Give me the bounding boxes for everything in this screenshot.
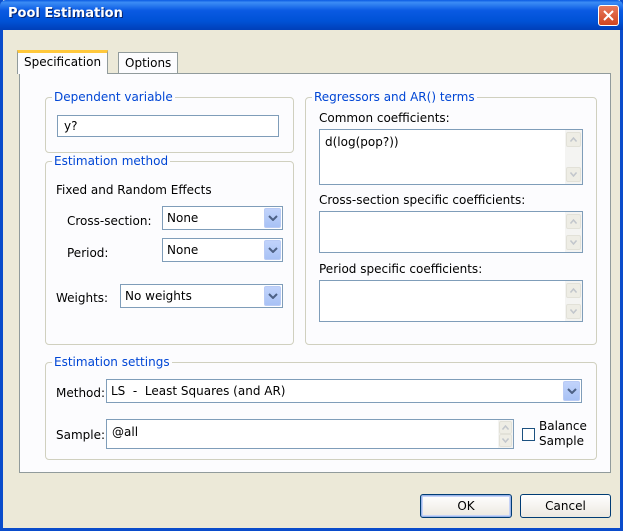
dropdown-button[interactable] [264,240,281,260]
scroll-up-button[interactable] [566,283,581,298]
scrollbar[interactable] [565,281,582,321]
common-coefficients-value: d(log(pop?)) [325,135,399,149]
estimation-settings-group: Estimation settings Method: LS - Least S… [45,355,597,460]
scroll-down-button[interactable] [566,304,581,319]
method-select[interactable]: LS - Least Squares (and AR) [106,379,582,403]
close-icon [603,10,614,21]
ok-button-label: OK [457,499,475,513]
chevron-down-icon [567,388,577,394]
tab-specification[interactable]: Specification [17,50,109,74]
group-legend: Estimation method [52,154,171,168]
arrow-up-icon [502,425,509,430]
sample-input[interactable]: @all [106,419,514,449]
close-button[interactable] [598,5,619,26]
balance-sample-label-line1[interactable]: Balance [539,419,587,433]
tab-label: Options [125,56,172,70]
weights-select[interactable]: No weights [120,284,283,308]
period-specific-textarea[interactable] [319,280,583,322]
cross-section-value: None [167,211,199,225]
scroll-down-button[interactable] [566,167,581,182]
balance-sample-label-line2[interactable]: Sample [539,434,584,448]
pool-estimation-dialog: Pool Estimation Specification Options De… [0,0,623,531]
group-legend: Regressors and AR() terms [312,90,477,104]
weights-value: No weights [125,289,192,303]
chevron-down-icon [268,293,278,299]
tab-label: Specification [24,55,102,69]
sample-value: @all [112,425,139,439]
scroll-up-button[interactable] [566,132,581,147]
title-bar[interactable]: Pool Estimation [0,0,623,30]
group-legend: Dependent variable [52,90,175,104]
cancel-button-label: Cancel [545,499,586,513]
cancel-button[interactable]: Cancel [520,494,611,518]
dropdown-button[interactable] [264,208,281,228]
specification-panel: Dependent variable y? Estimation method … [19,73,611,473]
scroll-down-button[interactable] [499,434,512,447]
period-select[interactable]: None [162,238,283,262]
chevron-down-icon [268,247,278,253]
window-title: Pool Estimation [8,6,123,21]
arrow-down-icon [570,172,577,177]
estimation-method-group: Estimation method Fixed and Random Effec… [45,154,294,345]
method-label: Method: [56,386,106,400]
dropdown-button[interactable] [563,381,580,401]
cross-section-select[interactable]: None [162,206,283,230]
chevron-down-icon [268,215,278,221]
sample-label: Sample: [56,428,106,442]
arrow-down-icon [570,240,577,245]
cross-section-specific-textarea[interactable] [319,211,583,253]
scroll-down-button[interactable] [566,235,581,250]
ok-button[interactable]: OK [420,494,512,518]
effects-heading: Fixed and Random Effects [56,183,212,197]
group-legend: Estimation settings [52,355,172,369]
scroll-up-button[interactable] [499,421,512,434]
dependent-variable-value: y? [64,119,78,133]
period-label: Period: [67,246,109,260]
period-value: None [167,243,199,257]
cross-section-specific-label: Cross-section specific coefficients: [319,193,526,207]
tab-options[interactable]: Options [118,52,179,73]
arrow-up-icon [570,219,577,224]
method-value: LS - Least Squares (and AR) [111,384,286,398]
dropdown-button[interactable] [264,286,281,306]
scrollbar[interactable] [565,212,582,252]
arrow-down-icon [502,438,509,443]
balance-sample-checkbox[interactable] [522,428,535,441]
dependent-variable-group: Dependent variable y? [45,90,294,153]
common-coefficients-textarea[interactable]: d(log(pop?)) [319,129,583,185]
regressors-group: Regressors and AR() terms Common coeffic… [305,90,597,345]
arrow-down-icon [570,309,577,314]
common-coefficients-label: Common coefficients: [319,111,450,125]
period-specific-label: Period specific coefficients: [319,262,483,276]
arrow-up-icon [570,288,577,293]
weights-label: Weights: [56,291,109,305]
cross-section-label: Cross-section: [67,214,152,228]
arrow-up-icon [570,137,577,142]
scrollbar[interactable] [565,130,582,184]
scrollbar[interactable] [498,420,513,448]
scroll-up-button[interactable] [566,214,581,229]
dependent-variable-input[interactable]: y? [57,115,279,137]
